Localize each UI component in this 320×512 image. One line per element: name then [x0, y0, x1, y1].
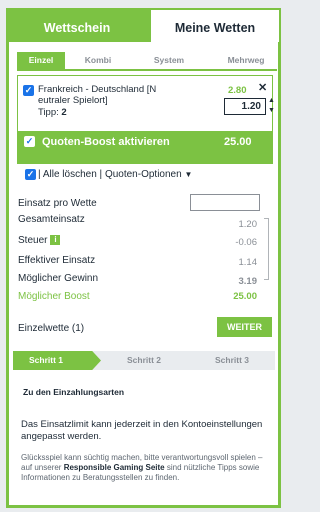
subtab-mehrweg[interactable]: Mehrweg — [215, 52, 277, 69]
subtab-einzel[interactable]: Einzel — [17, 52, 65, 69]
boost-label: Quoten-Boost aktivieren — [42, 136, 170, 148]
steuer-value: -0.06 — [235, 237, 257, 248]
steuer-row: Steuer i — [18, 235, 61, 246]
stepper-up-icon[interactable]: ▲ — [268, 96, 275, 106]
boost-checkbox[interactable]: ✓ — [24, 136, 35, 147]
effektiver-einsatz-label: Effektiver Einsatz — [18, 255, 96, 266]
gesamteinsatz-value: 1.20 — [238, 219, 258, 230]
tipp-label: Tipp: — [38, 107, 59, 118]
separator: | — [38, 169, 41, 180]
separator: | — [99, 169, 103, 180]
remove-bet-icon[interactable]: ✕ — [258, 81, 267, 94]
subtab-underline — [17, 69, 277, 71]
limit-info-text: Das Einsatzlimit kann jederzeit in den K… — [21, 419, 263, 442]
bet-odds: 2.80 — [228, 85, 247, 96]
bet-checkbox[interactable]: ✓ — [23, 85, 34, 96]
summary-bracket — [264, 218, 269, 280]
tab-meine-wetten[interactable]: Meine Wetten — [148, 8, 281, 44]
bet-type-tabs: Einzel Kombi System Mehrweg — [17, 52, 277, 69]
step-1: Schritt 1 — [13, 351, 101, 370]
subtab-kombi[interactable]: Kombi — [71, 52, 125, 69]
info-icon[interactable]: i — [50, 235, 61, 246]
clear-all-link[interactable]: Alle löschen — [43, 169, 97, 180]
weiter-button[interactable]: WEITER — [217, 317, 272, 337]
deposit-methods-link[interactable]: Zu den Einzahlungsarten — [23, 387, 124, 397]
match-name: Frankreich - Deutschland [N eutraler Spi… — [38, 84, 188, 106]
steuer-label: Steuer — [18, 235, 48, 246]
match-name-line1: Frankreich - Deutschland [N — [38, 84, 157, 95]
odds-options-link[interactable]: Quoten-Optionen — [105, 169, 182, 180]
step-3: Schritt 3 — [215, 355, 250, 365]
einsatz-pro-wette-input[interactable] — [190, 194, 260, 211]
gambling-disclaimer: Glücksspiel kann süchtig machen, bitte v… — [21, 453, 271, 483]
gesamteinsatz-label: Gesamteinsatz — [18, 214, 85, 225]
subtab-system[interactable]: System — [139, 52, 199, 69]
single-bet-count: Einzelwette (1) — [18, 323, 85, 334]
effektiver-einsatz-value: 1.14 — [238, 257, 258, 268]
chevron-down-icon[interactable]: ▼ — [184, 170, 192, 179]
step-2: Schritt 2 — [127, 355, 162, 365]
tipp-value: 2 — [61, 107, 67, 118]
moeglicher-boost-value: 25.00 — [233, 291, 257, 302]
stepper-down-icon[interactable]: ▼ — [268, 106, 275, 116]
bet-actions: | Alle löschen | Quoten-Optionen ▼ — [38, 169, 192, 180]
moeglicher-boost-label: Möglicher Boost — [18, 291, 90, 302]
moeglicher-gewinn-value: 3.19 — [238, 276, 258, 287]
stake-stepper[interactable]: ▲ ▼ — [268, 96, 275, 116]
match-name-line2: eutraler Spielort] — [38, 95, 108, 106]
einsatz-pro-wette-label: Einsatz pro Wette — [18, 198, 97, 209]
tab-wettschein[interactable]: Wettschein — [6, 8, 148, 44]
tipp: Tipp: 2 — [38, 107, 67, 118]
responsible-gaming-link[interactable]: Responsible Gaming Seite — [64, 463, 165, 472]
select-all-checkbox[interactable]: ✓ — [25, 169, 36, 180]
stake-input[interactable]: 1.20 — [224, 98, 266, 115]
moeglicher-gewinn-label: Möglicher Gewinn — [18, 273, 99, 284]
boost-value: 25.00 — [224, 136, 252, 148]
